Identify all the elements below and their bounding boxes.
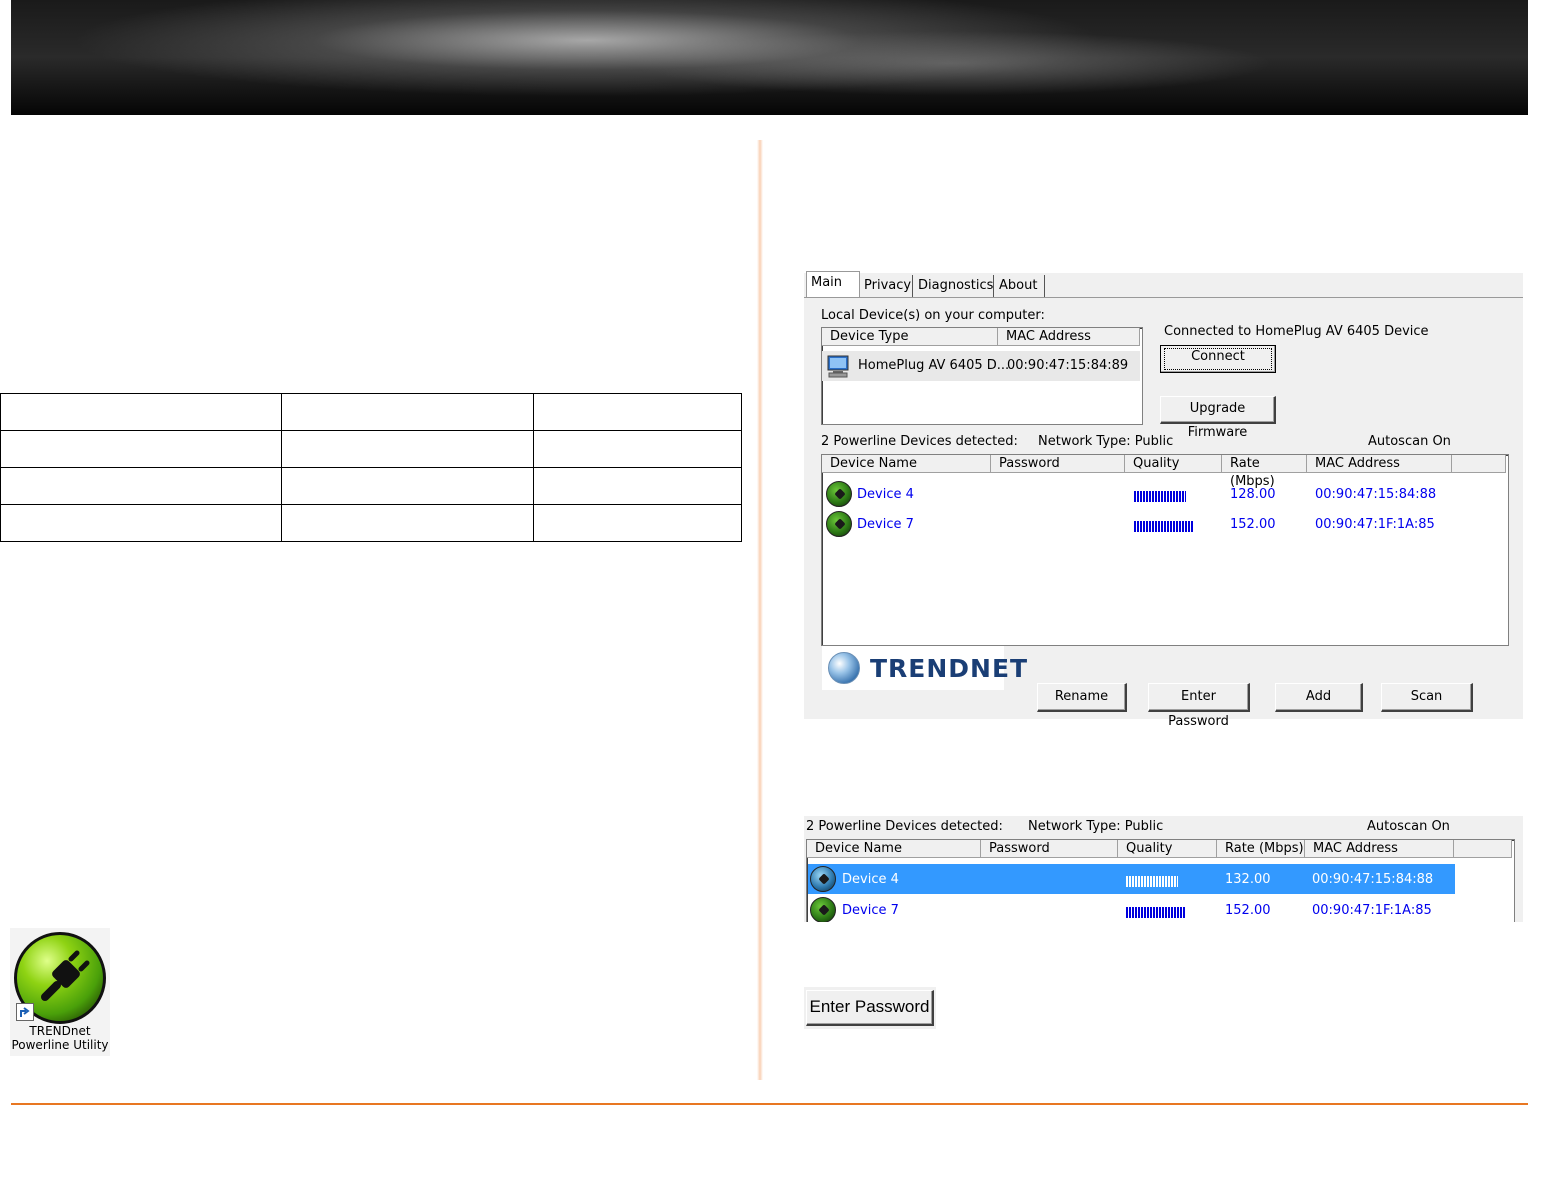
network-type-label: Network Type: Public	[1028, 819, 1164, 834]
table-row	[0, 393, 742, 431]
table-row	[0, 504, 742, 542]
powerline-devices-list: Device Name Password Quality Rate (Mbps)…	[806, 839, 1515, 922]
table-cell	[0, 430, 282, 468]
device-name: Device 4	[857, 487, 914, 502]
powerline-devices-list: Device Name Password Quality Rate (Mbps)…	[821, 454, 1509, 646]
connect-button[interactable]: Connect	[1160, 345, 1276, 373]
column-header-device-type[interactable]: Device Type	[822, 328, 998, 346]
zoomed-device-list: 2 Powerline Devices detected: Network Ty…	[804, 816, 1523, 922]
quality-bar	[1134, 521, 1193, 532]
quality-bar	[1134, 491, 1186, 502]
table-cell	[533, 467, 742, 505]
tab-about[interactable]: About	[995, 275, 1045, 297]
table-cell	[533, 504, 742, 542]
trendnet-logo: TRENDNET	[822, 646, 1027, 690]
upgrade-firmware-button[interactable]: Upgrade Firmware	[1160, 396, 1276, 440]
brand-wordmark: TRENDNET	[870, 654, 1029, 683]
enter-password-button[interactable]: Enter Password	[806, 990, 934, 1026]
shortcut-arrow-icon	[16, 1003, 34, 1021]
device-mac: 00:90:47:1F:1A:85	[1315, 517, 1435, 532]
table-row	[0, 467, 742, 505]
table-row[interactable]: Device 7 152.00 00:90:47:1F:1A:85	[808, 895, 1455, 922]
enter-password-button[interactable]: Enter Password	[1148, 683, 1250, 729]
column-header-rate[interactable]: Rate (Mbps)	[1217, 840, 1305, 858]
table-cell	[0, 504, 282, 542]
info-table	[0, 393, 742, 542]
footer-divider	[11, 1103, 1528, 1105]
shortcut-label: TRENDnet Powerline Utility	[10, 1024, 110, 1052]
device-mac: 00:90:47:1F:1A:85	[1312, 903, 1432, 918]
column-header-mac-address[interactable]: MAC Address	[1305, 840, 1454, 858]
local-device-mac: 00:90:47:15:84:89	[1007, 358, 1129, 373]
rename-button[interactable]: Rename	[1037, 683, 1127, 712]
device-rate: 128.00	[1230, 487, 1276, 502]
powerline-plug-icon	[826, 511, 852, 537]
column-header-device-name[interactable]: Device Name	[822, 455, 991, 473]
device-mac: 00:90:47:15:84:88	[1312, 872, 1434, 887]
column-header-password[interactable]: Password	[991, 455, 1125, 473]
tab-privacy[interactable]: Privacy	[860, 275, 913, 297]
device-name: Device 7	[857, 517, 914, 532]
powerline-plug-icon	[810, 866, 836, 892]
shortcut-label-line1: TRENDnet	[29, 1024, 91, 1038]
local-devices-label: Local Device(s) on your computer:	[821, 308, 1045, 323]
devices-detected-label: 2 Powerline Devices detected:	[821, 434, 1018, 449]
column-header-filler	[1452, 455, 1506, 473]
powerline-plug-icon	[826, 481, 852, 507]
table-cell	[0, 467, 282, 505]
local-devices-list: Device Type MAC Address HomePlug AV 6405…	[821, 327, 1143, 425]
table-cell	[281, 393, 534, 431]
table-cell	[533, 430, 742, 468]
tab-main[interactable]: Main	[806, 271, 860, 297]
table-row[interactable]: Device 7 152.00 00:90:47:1F:1A:85	[822, 509, 1506, 539]
column-header-mac[interactable]: MAC Address	[998, 328, 1140, 346]
table-cell	[533, 393, 742, 431]
device-rate: 152.00	[1225, 903, 1271, 918]
globe-icon	[828, 652, 860, 684]
table-cell	[0, 393, 282, 431]
column-header-quality[interactable]: Quality	[1125, 455, 1222, 473]
devices-detected-label: 2 Powerline Devices detected:	[806, 819, 1003, 834]
table-row[interactable]: Device 4 128.00 00:90:47:15:84:88	[822, 479, 1506, 509]
local-device-type: HomePlug AV 6405 D...	[858, 358, 1010, 373]
shortcut-label-line2: Powerline Utility	[11, 1038, 109, 1052]
tab-bar: Main Privacy Diagnostics About	[804, 271, 1523, 298]
scan-button[interactable]: Scan	[1381, 683, 1473, 712]
table-cell	[281, 504, 534, 542]
device-rate: 152.00	[1230, 517, 1276, 532]
column-header-mac-address[interactable]: MAC Address	[1307, 455, 1452, 473]
tab-diagnostics[interactable]: Diagnostics	[914, 275, 994, 297]
quality-bar	[1126, 876, 1178, 887]
desktop-shortcut[interactable]: TRENDnet Powerline Utility	[10, 928, 110, 1056]
list-item[interactable]: HomePlug AV 6405 D... 00:90:47:15:84:89	[822, 351, 1140, 381]
column-header-rate[interactable]: Rate (Mbps)	[1222, 455, 1307, 489]
autoscan-label: Autoscan On	[1367, 819, 1450, 834]
network-type-label: Network Type: Public	[1038, 434, 1174, 449]
column-header-device-name[interactable]: Device Name	[807, 840, 981, 858]
table-cell	[281, 467, 534, 505]
powerline-utility-window: Main Privacy Diagnostics About Local Dev…	[804, 271, 1523, 729]
table-row-selected[interactable]: Device 4 132.00 00:90:47:15:84:88	[808, 864, 1455, 894]
connection-status: Connected to HomePlug AV 6405 Device	[1164, 324, 1429, 339]
add-button[interactable]: Add	[1275, 683, 1363, 712]
column-header-filler	[1454, 840, 1512, 858]
device-rate: 132.00	[1225, 872, 1271, 887]
device-name: Device 7	[842, 903, 899, 918]
table-row	[0, 430, 742, 468]
table-cell	[281, 430, 534, 468]
column-header-quality[interactable]: Quality	[1118, 840, 1217, 858]
device-mac: 00:90:47:15:84:88	[1315, 487, 1437, 502]
connect-button-label: Connect	[1164, 348, 1272, 370]
column-header-password[interactable]: Password	[981, 840, 1118, 858]
enter-password-button-closeup: Enter Password	[804, 987, 936, 1029]
powerline-plug-icon	[810, 897, 836, 922]
autoscan-label: Autoscan On	[1368, 434, 1451, 449]
quality-bar	[1126, 907, 1186, 918]
computer-icon	[826, 354, 850, 378]
header-banner	[11, 0, 1528, 115]
column-divider	[757, 140, 763, 1080]
device-name: Device 4	[842, 872, 899, 887]
